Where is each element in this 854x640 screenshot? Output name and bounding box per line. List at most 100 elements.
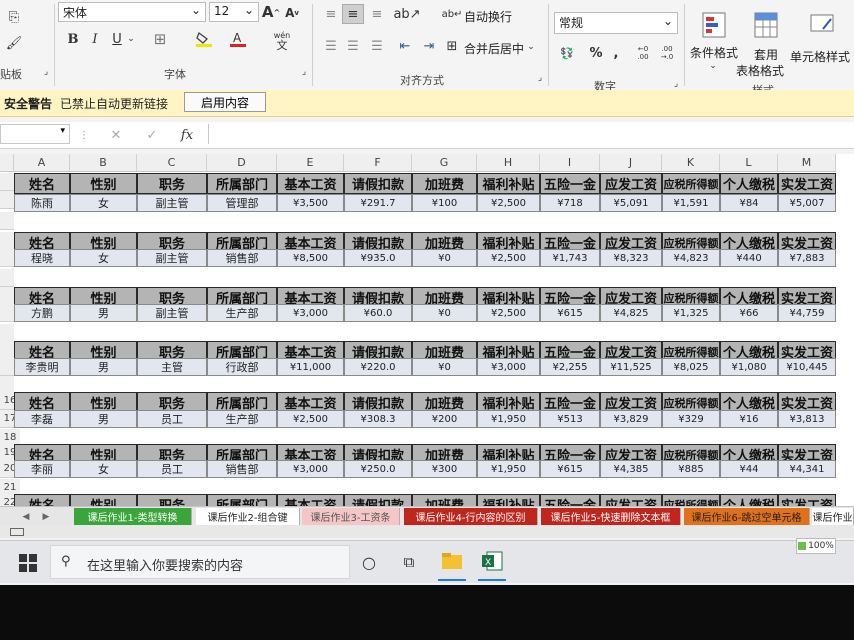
payslip-data-cell[interactable]: ¥1,080 xyxy=(720,358,778,376)
column-header-k[interactable]: K xyxy=(662,154,720,172)
orientation-icon[interactable]: ab↗ xyxy=(393,4,420,24)
payslip-data-cell[interactable]: ¥84 xyxy=(720,194,778,212)
payslip-data-cell[interactable]: ¥1,950 xyxy=(477,460,540,478)
payslip-data-cell[interactable]: 管理部 xyxy=(207,194,277,212)
payslip-data-cell[interactable]: ¥250.0 xyxy=(344,460,412,478)
payslip-data-cell[interactable]: 李贵明 xyxy=(14,358,70,376)
column-header-f[interactable]: F xyxy=(344,154,412,172)
payslip-data-cell[interactable]: ¥66 xyxy=(720,304,778,322)
task-view-icon[interactable]: ⧉ xyxy=(398,551,420,573)
windows-start-icon[interactable] xyxy=(18,553,38,573)
payslip-data-cell[interactable]: ¥11,000 xyxy=(277,358,344,376)
font-size-select[interactable]: 12 ⌄ xyxy=(209,2,259,22)
payslip-data-cell[interactable]: ¥3,000 xyxy=(277,304,344,322)
payslip-data-cell[interactable]: 副主管 xyxy=(137,249,207,267)
payslip-data-cell[interactable]: 男 xyxy=(70,358,137,376)
row-header[interactable] xyxy=(0,341,14,359)
payslip-header-cell[interactable]: 个人缴税 xyxy=(720,173,778,194)
wrap-text-icon[interactable]: ab↵ xyxy=(442,6,463,22)
row-header[interactable] xyxy=(0,191,14,209)
payslip-data-cell[interactable]: 主管 xyxy=(137,358,207,376)
payslip-header-cell[interactable]: 性别 xyxy=(70,494,137,506)
payslip-data-cell[interactable]: ¥513 xyxy=(540,410,600,428)
number-format-select[interactable]: 常规 ⌄ xyxy=(554,12,678,34)
payslip-data-cell[interactable]: ¥1,591 xyxy=(662,194,720,212)
percent-button[interactable]: % xyxy=(588,44,604,62)
payslip-header-cell[interactable]: 所属部门 xyxy=(207,494,277,506)
sheet-tab[interactable]: 课后作业3-工资条 xyxy=(302,508,400,525)
payslip-data-cell[interactable]: 方鹏 xyxy=(14,304,70,322)
select-all-corner[interactable] xyxy=(0,154,14,172)
chevron-down-icon[interactable]: ⌄ xyxy=(126,30,136,48)
worksheet-grid[interactable]: A B C D E F G H I J K L M 16 17 18 19 20 21 22 姓名 性别 职务 所属部门 基本工… xyxy=(0,154,854,506)
payslip-header-cell[interactable]: 实发工资 xyxy=(778,494,836,506)
font-name-select[interactable]: 宋体 ⌄ xyxy=(58,2,206,22)
payslip-data-cell[interactable]: ¥2,500 xyxy=(277,410,344,428)
payslip-data-cell[interactable]: ¥8,323 xyxy=(600,249,662,267)
column-header-g[interactable]: G xyxy=(412,154,477,172)
excel-icon[interactable]: X xyxy=(480,549,504,573)
payslip-data-cell[interactable]: ¥0 xyxy=(412,358,477,376)
payslip-data-cell[interactable]: ¥1,950 xyxy=(477,410,540,428)
payslip-data-cell[interactable]: ¥60.0 xyxy=(344,304,412,322)
payslip-data-cell[interactable]: ¥3,500 xyxy=(277,194,344,212)
payslip-data-cell[interactable]: 女 xyxy=(70,194,137,212)
payslip-data-cell[interactable]: ¥8,025 xyxy=(662,358,720,376)
payslip-header-cell[interactable]: 个人缴税 xyxy=(720,494,778,506)
dialog-launcher-icon[interactable]: ⌟ xyxy=(534,72,546,84)
font-color-icon[interactable]: A xyxy=(228,30,248,48)
payslip-data-cell[interactable]: 员工 xyxy=(137,410,207,428)
payslip-data-cell[interactable]: ¥8,500 xyxy=(277,249,344,267)
payslip-data-cell[interactable]: ¥4,385 xyxy=(600,460,662,478)
battery-indicator[interactable]: 100% xyxy=(796,538,836,554)
increase-decimal-icon[interactable]: ←0.00 xyxy=(632,44,654,62)
payslip-data-cell[interactable]: ¥885 xyxy=(662,460,720,478)
payslip-data-cell[interactable]: ¥220.0 xyxy=(344,358,412,376)
sheet-tab[interactable]: 课后作业2-组合键 xyxy=(196,508,300,525)
payslip-header-cell[interactable]: 姓名 xyxy=(14,494,70,506)
align-middle-icon[interactable]: ≡ xyxy=(342,4,364,24)
column-header-h[interactable]: H xyxy=(477,154,540,172)
payslip-header-cell[interactable]: 加班费 xyxy=(412,173,477,194)
payslip-header-cell[interactable]: 职务 xyxy=(137,494,207,506)
row-header[interactable] xyxy=(0,249,14,267)
tab-scroll-left-icon[interactable]: ◀ xyxy=(20,509,32,525)
payslip-data-cell[interactable]: 程晓 xyxy=(14,249,70,267)
payslip-data-cell[interactable]: 李丽 xyxy=(14,460,70,478)
payslip-data-cell[interactable]: ¥4,823 xyxy=(662,249,720,267)
decrease-decimal-icon[interactable]: .00 →.0 xyxy=(656,44,678,62)
payslip-header-cell[interactable]: 应发工资 xyxy=(600,494,662,506)
cell-style-icon[interactable] xyxy=(808,10,836,40)
payslip-data-cell[interactable]: ¥3,000 xyxy=(277,460,344,478)
payslip-data-cell[interactable]: ¥3,813 xyxy=(778,410,836,428)
sheet-tab[interactable]: 课后作业1-类型转换 xyxy=(74,508,192,525)
payslip-header-cell[interactable]: 应税所得额 xyxy=(662,173,720,194)
name-box[interactable]: ▾ xyxy=(0,124,70,144)
payslip-header-cell[interactable]: 姓名 xyxy=(14,173,70,194)
table-format-label-2[interactable]: 表格格式 xyxy=(736,62,784,79)
column-header-c[interactable]: C xyxy=(137,154,207,172)
payslip-data-cell[interactable]: 女 xyxy=(70,460,137,478)
table-format-label-1[interactable]: 套用 xyxy=(754,46,778,63)
align-top-icon[interactable]: ≡ xyxy=(320,4,342,24)
align-bottom-icon[interactable]: ≡ xyxy=(366,4,388,24)
chevron-down-icon[interactable]: ⌄ xyxy=(526,40,536,54)
wrap-text-button[interactable]: 自动换行 xyxy=(464,8,512,25)
row-header[interactable] xyxy=(0,212,14,230)
payslip-header-cell[interactable]: 基本工资 xyxy=(277,173,344,194)
borders-icon[interactable]: ⊞ xyxy=(150,30,170,48)
align-left-icon[interactable]: ☰ xyxy=(320,36,342,56)
column-header-b[interactable]: B xyxy=(70,154,137,172)
dialog-launcher-icon[interactable]: ⌟ xyxy=(298,66,310,78)
payslip-data-cell[interactable]: ¥4,341 xyxy=(778,460,836,478)
cell-style-button[interactable]: 单元格样式 xyxy=(790,48,850,65)
column-header-m[interactable]: M xyxy=(778,154,836,172)
payslip-data-cell[interactable]: ¥2,255 xyxy=(540,358,600,376)
column-header-j[interactable]: J xyxy=(600,154,662,172)
align-center-icon[interactable]: ☰ xyxy=(342,36,364,56)
row-header[interactable] xyxy=(0,287,14,305)
payslip-data-cell[interactable]: ¥1,743 xyxy=(540,249,600,267)
payslip-header-cell[interactable]: 请假扣款 xyxy=(344,494,412,506)
payslip-data-cell[interactable]: ¥0 xyxy=(412,249,477,267)
increase-indent-icon[interactable]: ⇥ xyxy=(418,36,440,56)
